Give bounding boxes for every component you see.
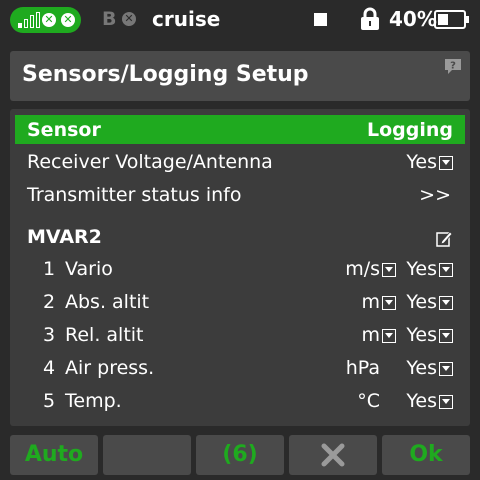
blank-button[interactable] [103, 435, 191, 475]
list-item-sensor[interactable]: 1 Vario m/s Yes [15, 254, 465, 284]
chevron-down-icon[interactable] [382, 263, 396, 277]
open-arrow[interactable]: >> [419, 184, 451, 206]
lock-icon [361, 7, 379, 30]
help-question-icon[interactable]: ? [444, 58, 462, 75]
sensor-name: Rel. altit [65, 324, 144, 346]
sensor-name: Vario [65, 258, 113, 280]
x-delete-icon [321, 443, 345, 467]
chevron-down-icon[interactable] [439, 263, 453, 277]
logging-select[interactable]: Yes [406, 151, 437, 173]
chevron-down-icon[interactable] [439, 296, 453, 310]
unit-label: hPa [345, 357, 380, 379]
unit-select[interactable]: m/s [345, 258, 380, 280]
header-logging: Logging [366, 119, 453, 141]
row-label: Transmitter status info [27, 184, 242, 206]
edit-pencil-icon[interactable] [436, 230, 453, 247]
battery-percent: 40% [389, 7, 437, 31]
sensor-number: 2 [43, 291, 56, 313]
chevron-down-icon[interactable] [382, 296, 396, 310]
logging-select[interactable]: Yes [406, 390, 437, 412]
status-bar: ✕ ✕ B ✕ cruise 40% [0, 0, 480, 40]
ok-button[interactable]: Ok [382, 435, 470, 475]
x-circle-icon: ✕ [61, 13, 75, 27]
list-item-sensor[interactable]: 3 Rel. altit m Yes [15, 320, 465, 350]
list-header: Sensor Logging [15, 115, 465, 144]
logging-select[interactable]: Yes [406, 324, 437, 346]
sensor-name: Abs. altit [65, 291, 150, 313]
title-panel: Sensors/Logging Setup ? [10, 51, 470, 101]
sensor-name: Air press. [65, 357, 155, 379]
logging-select[interactable]: Yes [406, 291, 437, 313]
battery-icon [434, 10, 469, 29]
bind-indicator: B [102, 8, 117, 30]
signal-bars-icon [18, 12, 40, 28]
sensor-number: 1 [43, 258, 56, 280]
receiver-signal-pill: ✕ ✕ [10, 7, 81, 33]
list-item-sensor[interactable]: 5 Temp. °C Yes [15, 386, 465, 416]
unit-label: °C [357, 390, 380, 412]
x-circle-icon: ✕ [42, 13, 56, 27]
chevron-down-icon[interactable] [439, 329, 453, 343]
delete-button[interactable] [289, 435, 377, 475]
svg-text:?: ? [450, 61, 456, 72]
unit-select[interactable]: m [361, 291, 380, 313]
sensor-number: 5 [43, 390, 56, 412]
stop-icon [314, 13, 327, 26]
count-button[interactable]: (6) [196, 435, 284, 475]
list-item-transmitter-status[interactable]: Transmitter status info >> [15, 180, 465, 210]
header-sensor: Sensor [27, 119, 101, 141]
sensor-number: 3 [43, 324, 56, 346]
model-name: cruise [152, 7, 221, 31]
page-title: Sensors/Logging Setup [22, 62, 309, 87]
auto-button[interactable]: Auto [10, 435, 98, 475]
list-item-receiver-voltage[interactable]: Receiver Voltage/Antenna Yes [15, 147, 465, 177]
sensor-name: Temp. [65, 390, 122, 412]
sensor-number: 4 [43, 357, 56, 379]
unit-select[interactable]: m [361, 324, 380, 346]
logging-select[interactable]: Yes [406, 258, 437, 280]
section-mvar2: MVAR2 [15, 222, 465, 252]
chevron-down-icon[interactable] [382, 329, 396, 343]
list-item-sensor[interactable]: 4 Air press. hPa Yes [15, 353, 465, 383]
logging-select[interactable]: Yes [406, 357, 437, 379]
x-circle-icon: ✕ [122, 12, 136, 26]
chevron-down-icon[interactable] [439, 395, 453, 409]
chevron-down-icon[interactable] [439, 156, 453, 170]
row-label: Receiver Voltage/Antenna [27, 151, 273, 173]
list-item-sensor[interactable]: 2 Abs. altit m Yes [15, 287, 465, 317]
chevron-down-icon[interactable] [439, 362, 453, 376]
section-title: MVAR2 [27, 226, 102, 248]
sensor-list: Sensor Logging Receiver Voltage/Antenna … [10, 109, 470, 426]
battery-fill [438, 14, 448, 25]
